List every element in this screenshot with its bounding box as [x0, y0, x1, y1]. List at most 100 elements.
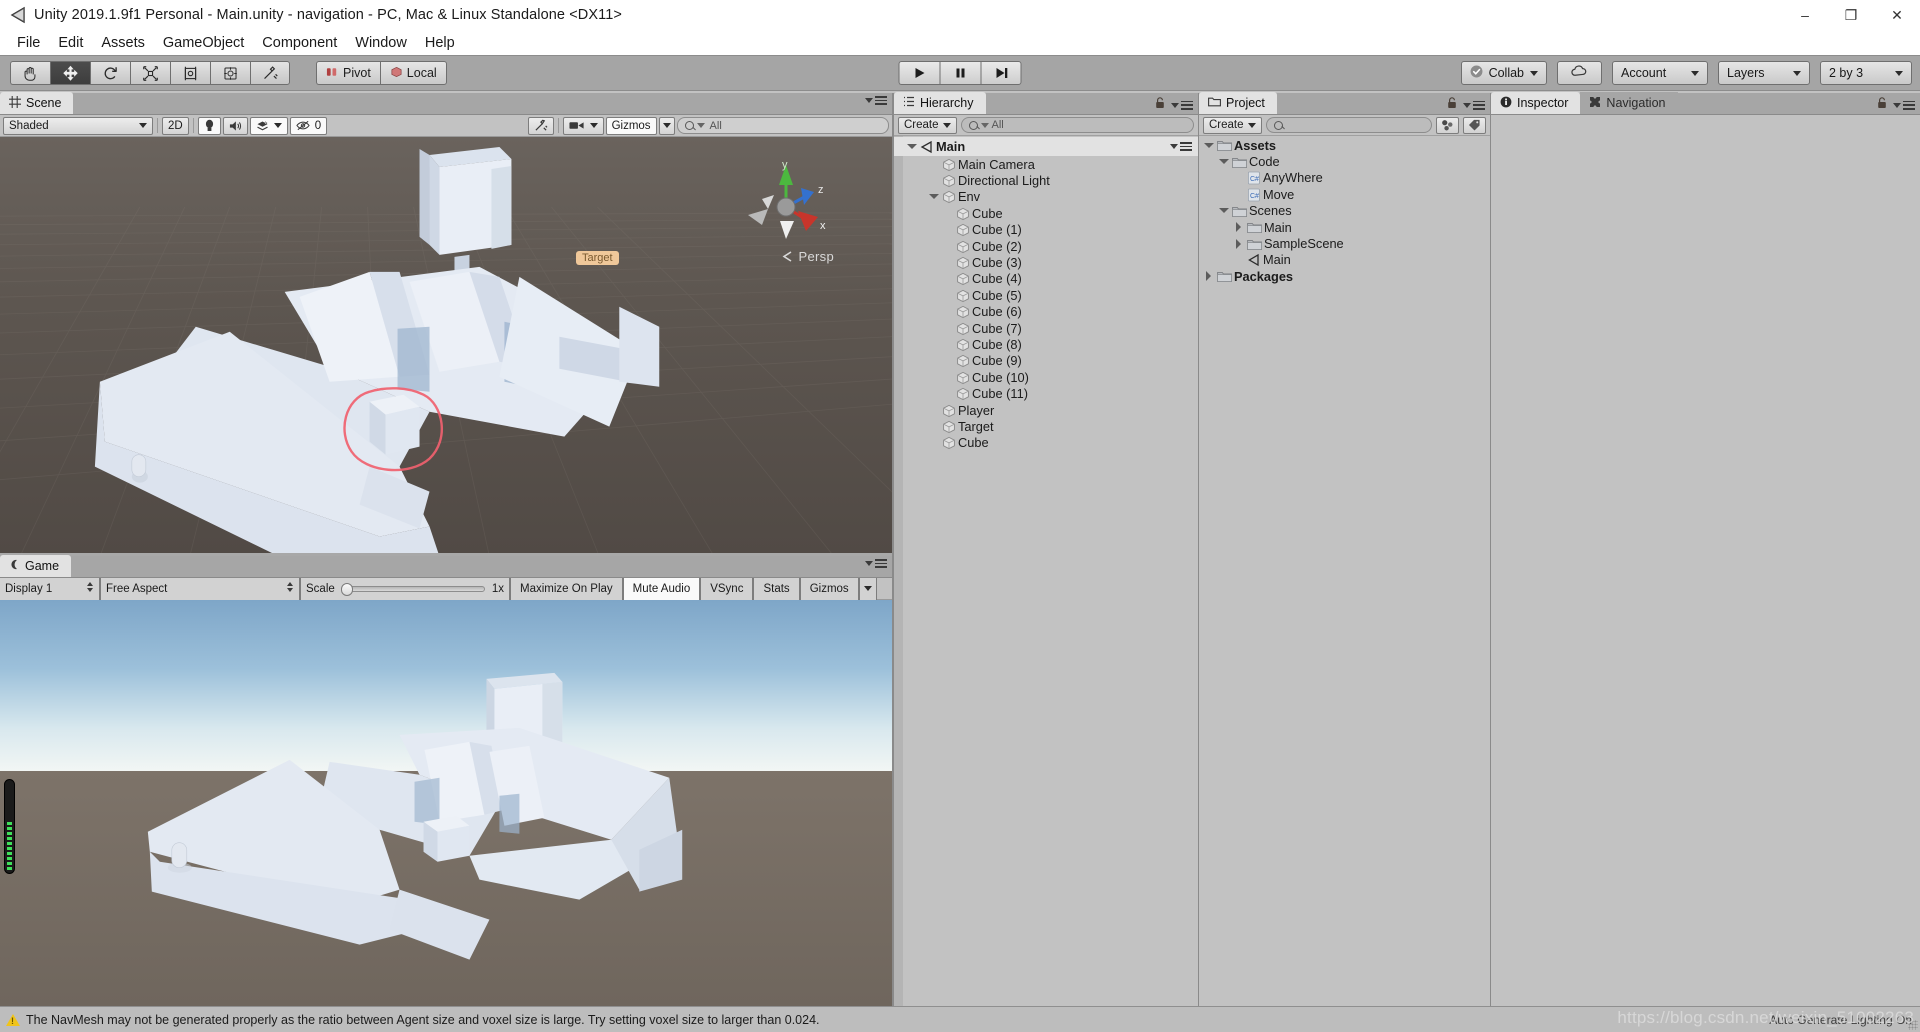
hierarchy-search-input[interactable]: All	[960, 117, 1194, 133]
statusbar[interactable]: The NavMesh may not be generated properl…	[0, 1006, 1920, 1032]
collab-dropdown[interactable]: Collab	[1460, 61, 1547, 85]
mute-audio-toggle[interactable]: Mute Audio	[622, 577, 701, 600]
project-item-code[interactable]: Code	[1199, 153, 1490, 169]
scene-projection-label[interactable]: Persp	[782, 249, 834, 264]
menu-assets[interactable]: Assets	[92, 33, 154, 53]
scene-search-input[interactable]: All	[676, 117, 889, 134]
twisty-closed-icon[interactable]	[1203, 271, 1214, 282]
cloud-button[interactable]	[1557, 61, 1602, 85]
project-panel-menu-icon[interactable]	[1463, 100, 1485, 110]
project-item-assets[interactable]: Assets	[1199, 137, 1490, 153]
pause-button[interactable]	[939, 61, 981, 85]
custom-tool-button[interactable]	[250, 61, 290, 85]
hierarchy-item-target[interactable]: Target	[894, 418, 1198, 434]
menu-window[interactable]: Window	[346, 33, 416, 53]
twisty-open-icon[interactable]	[1218, 205, 1229, 216]
hierarchy-item-cube[interactable]: Cube	[894, 205, 1198, 221]
stats-toggle[interactable]: Stats	[753, 577, 800, 600]
hierarchy-create-button[interactable]: Create	[898, 116, 957, 134]
scale-handle[interactable]	[340, 582, 353, 596]
close-button[interactable]: ✕	[1874, 0, 1920, 30]
twisty-open-icon[interactable]	[928, 191, 939, 202]
scene-viewport[interactable]: Target y z x Persp	[0, 137, 892, 553]
project-create-button[interactable]: Create	[1203, 116, 1262, 134]
game-aspect-dropdown[interactable]: Free Aspect	[100, 577, 300, 600]
player-status-slider[interactable]	[4, 778, 15, 874]
tab-inspector[interactable]: Inspector	[1491, 92, 1581, 114]
scene-tools-button[interactable]	[527, 116, 554, 135]
rect-tool-button[interactable]	[170, 61, 210, 85]
minimize-button[interactable]: –	[1782, 0, 1828, 30]
hierarchy-item-main-camera[interactable]: Main Camera	[894, 156, 1198, 172]
menu-file[interactable]: File	[8, 33, 49, 53]
scene-orientation-gizmo[interactable]: y z x	[738, 159, 834, 255]
scene-panel-menu-icon[interactable]	[865, 96, 887, 105]
project-item-main[interactable]: Main	[1199, 219, 1490, 235]
resize-grip[interactable]	[1908, 1020, 1918, 1030]
hierarchy-item-player[interactable]: Player	[894, 402, 1198, 418]
game-gizmos-toggle[interactable]: Gizmos	[799, 577, 859, 600]
hierarchy-item-cube[interactable]: Cube	[894, 435, 1198, 451]
maximize-button[interactable]: ❐	[1828, 0, 1874, 30]
toggle-2d-button[interactable]: 2D	[162, 116, 189, 135]
twisty-closed-icon[interactable]	[1233, 222, 1244, 233]
tab-project[interactable]: Project	[1199, 92, 1277, 114]
scale-track[interactable]	[340, 582, 485, 596]
menu-help[interactable]: Help	[416, 33, 464, 53]
project-filter-by-type-button[interactable]	[1436, 116, 1459, 134]
menu-component[interactable]: Component	[253, 33, 346, 53]
shading-mode-dropdown[interactable]: Shaded	[3, 116, 153, 135]
hierarchy-panel-menu-icon[interactable]	[1171, 100, 1193, 110]
hierarchy-item-directional-light[interactable]: Directional Light	[894, 172, 1198, 188]
local-toggle[interactable]: Local	[379, 61, 447, 85]
layout-dropdown[interactable]: 2 by 3	[1820, 61, 1912, 85]
tab-scene[interactable]: Scene	[0, 92, 74, 114]
tab-hierarchy[interactable]: Hierarchy	[894, 92, 986, 114]
hierarchy-item-cube-10[interactable]: Cube (10)	[894, 369, 1198, 385]
hierarchy-item-cube-5[interactable]: Cube (5)	[894, 287, 1198, 303]
scale-tool-button[interactable]	[130, 61, 170, 85]
lock-icon[interactable]	[1447, 96, 1457, 114]
menu-gameobject[interactable]: GameObject	[154, 33, 253, 53]
hierarchy-item-cube-9[interactable]: Cube (9)	[894, 353, 1198, 369]
twisty-closed-icon[interactable]	[1233, 238, 1244, 249]
twisty-open-icon[interactable]	[1218, 156, 1229, 167]
scene-lighting-toggle[interactable]	[197, 116, 221, 135]
project-item-move[interactable]: C# Move	[1199, 186, 1490, 202]
hierarchy-item-cube-11[interactable]: Cube (11)	[894, 385, 1198, 401]
hierarchy-item-cube-2[interactable]: Cube (2)	[894, 238, 1198, 254]
step-button[interactable]	[980, 61, 1022, 85]
project-search-input[interactable]	[1265, 117, 1432, 133]
account-dropdown[interactable]: Account	[1612, 61, 1708, 85]
project-item-anywhere[interactable]: C# AnyWhere	[1199, 170, 1490, 186]
move-tool-button[interactable]	[50, 61, 90, 85]
lock-icon[interactable]	[1155, 96, 1165, 114]
hierarchy-item-cube-6[interactable]: Cube (6)	[894, 304, 1198, 320]
project-item-packages[interactable]: Packages	[1199, 268, 1490, 284]
project-filter-by-label-button[interactable]	[1463, 116, 1486, 134]
project-tree[interactable]: Assets Code C# AnyWhere C# Move Scenes Main Samp…	[1199, 136, 1490, 1006]
hierarchy-scene-row[interactable]: Main	[894, 137, 1198, 156]
game-scale-slider[interactable]: Scale 1x	[300, 577, 510, 600]
scene-hidden-objects[interactable]: 0	[289, 116, 328, 135]
tab-game[interactable]: Game	[0, 555, 72, 577]
game-display-dropdown[interactable]: Display 1	[0, 577, 100, 600]
maximize-on-play-toggle[interactable]: Maximize On Play	[510, 577, 623, 600]
project-item-samplescene[interactable]: SampleScene	[1199, 235, 1490, 251]
hierarchy-item-env[interactable]: Env	[894, 189, 1198, 205]
play-button[interactable]	[898, 61, 940, 85]
menu-edit[interactable]: Edit	[49, 33, 92, 53]
hierarchy-item-cube-3[interactable]: Cube (3)	[894, 254, 1198, 270]
hierarchy-item-cube-4[interactable]: Cube (4)	[894, 271, 1198, 287]
tab-navigation[interactable]: Navigation	[1580, 92, 1678, 114]
vsync-toggle[interactable]: VSync	[700, 577, 754, 600]
transform-tool-button[interactable]	[210, 61, 250, 85]
twisty-open-icon[interactable]	[906, 141, 917, 152]
inspector-panel-menu-icon[interactable]	[1893, 100, 1915, 110]
scene-audio-toggle[interactable]	[222, 116, 248, 135]
hand-tool-button[interactable]	[10, 61, 50, 85]
gizmos-dropdown[interactable]: Gizmos	[605, 116, 657, 135]
hierarchy-item-cube-8[interactable]: Cube (8)	[894, 336, 1198, 352]
game-gizmos-caret[interactable]	[858, 577, 877, 600]
twisty-open-icon[interactable]	[1203, 140, 1214, 151]
